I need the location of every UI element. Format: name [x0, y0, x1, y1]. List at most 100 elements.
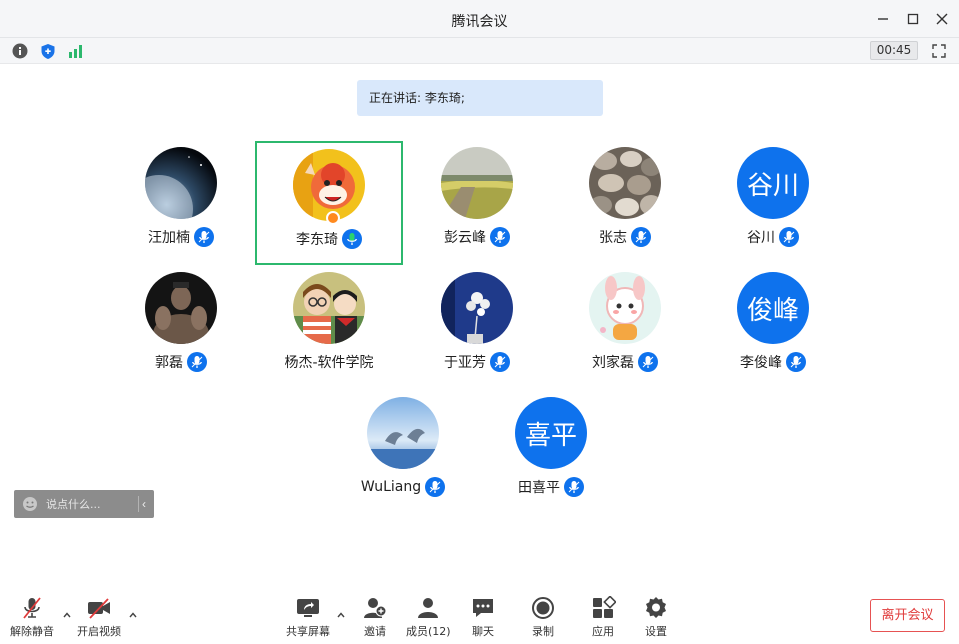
- network-signal-button[interactable]: [66, 41, 86, 61]
- avatar-initials: 俊峰: [737, 272, 809, 344]
- avatar: [293, 149, 365, 221]
- participant-tile[interactable]: 杨杰-软件学院: [255, 266, 403, 390]
- participant-name: WuLiang: [360, 479, 422, 495]
- chat-label: 聊天: [472, 625, 494, 638]
- participant-tile-active-speaker[interactable]: 李东琦: [255, 141, 403, 265]
- record-icon: [532, 597, 554, 619]
- participant-name: 李东琦: [296, 232, 338, 248]
- participant-tile[interactable]: 喜平 田喜平: [477, 391, 625, 515]
- avatar: [145, 272, 217, 344]
- participant-tile[interactable]: WuLiang: [329, 391, 477, 515]
- info-icon: [12, 43, 28, 59]
- microphone-icon: [631, 227, 651, 247]
- participant-name: 张志: [599, 230, 627, 246]
- microphone-muted-icon: [23, 597, 41, 619]
- avatar: [589, 147, 661, 219]
- invite-button[interactable]: 邀请: [362, 596, 388, 642]
- unmute-button[interactable]: 解除静音: [10, 596, 54, 642]
- maximize-button[interactable]: [903, 9, 923, 29]
- microphone-icon: [786, 352, 806, 372]
- participant-name-row: 杨杰-软件学院: [255, 352, 403, 372]
- start-video-button[interactable]: 开启视频: [77, 596, 121, 642]
- meeting-timer: 00:45: [870, 41, 918, 60]
- participant-name: 杨杰-软件学院: [284, 355, 374, 371]
- members-label: 成员(12): [406, 625, 451, 638]
- participant-name: 李俊峰: [740, 355, 782, 371]
- participant-name-row: 彭云峰: [403, 227, 551, 247]
- meeting-toolbar: 00:45: [0, 38, 959, 64]
- speaking-indicator: 正在讲话: 李东琦;: [357, 80, 603, 116]
- participant-tile[interactable]: 俊峰 李俊峰: [699, 266, 847, 390]
- maximize-icon: [907, 13, 919, 25]
- host-badge-icon: [326, 211, 340, 225]
- apps-label: 应用: [592, 625, 614, 638]
- members-button[interactable]: 成员(12): [406, 596, 451, 642]
- participant-name-row: 张志: [551, 227, 699, 247]
- shield-icon: [41, 43, 55, 59]
- record-button[interactable]: 录制: [530, 596, 556, 642]
- participant-tile[interactable]: 刘家磊: [551, 266, 699, 390]
- participant-tile[interactable]: 谷川 谷川: [699, 141, 847, 265]
- participant-name-row: WuLiang: [329, 477, 477, 497]
- avatar-initials: 喜平: [515, 397, 587, 469]
- participant-tile[interactable]: 郭磊: [107, 266, 255, 390]
- participant-tile[interactable]: 于亚芳: [403, 266, 551, 390]
- avatar-initials: 谷川: [737, 147, 809, 219]
- collapse-chevron-icon[interactable]: ‹: [142, 496, 152, 512]
- members-icon: [418, 598, 439, 618]
- close-icon: [936, 13, 948, 25]
- leave-meeting-button[interactable]: 离开会议: [870, 599, 945, 632]
- gear-icon: [646, 597, 666, 618]
- participant-name: 刘家磊: [592, 355, 634, 371]
- divider: [138, 496, 139, 512]
- settings-button[interactable]: 设置: [643, 596, 669, 642]
- emoji-icon[interactable]: [22, 496, 38, 512]
- participant-tile[interactable]: 张志: [551, 141, 699, 265]
- avatar: [293, 272, 365, 344]
- participant-tile[interactable]: 彭云峰: [403, 141, 551, 265]
- bottom-control-bar: 解除静音 开启视频 共享屏幕 邀请 成员(12) 聊天 录制 应用 设置: [0, 592, 959, 644]
- avatar: [441, 147, 513, 219]
- share-screen-button[interactable]: 共享屏幕: [286, 596, 330, 642]
- participant-name: 田喜平: [518, 480, 560, 496]
- chevron-up-icon[interactable]: [62, 610, 72, 620]
- minimize-button[interactable]: [873, 9, 893, 29]
- signal-bars-icon: [69, 45, 82, 58]
- close-button[interactable]: [932, 9, 952, 29]
- participant-name: 于亚芳: [444, 355, 486, 371]
- fullscreen-button[interactable]: [929, 41, 949, 61]
- participant-name-row: 谷川: [699, 227, 847, 247]
- participant-name-row: 田喜平: [477, 477, 625, 497]
- participant-name: 汪加楠: [148, 230, 190, 246]
- chat-button[interactable]: 聊天: [470, 596, 496, 642]
- participant-name-row: 于亚芳: [403, 352, 551, 372]
- microphone-icon: [425, 477, 446, 497]
- participant-name-row: 郭磊: [107, 352, 255, 372]
- share-screen-icon: [297, 599, 319, 617]
- share-screen-label: 共享屏幕: [286, 625, 330, 638]
- participant-name-row: 汪加楠: [107, 227, 255, 247]
- minimize-icon: [878, 18, 888, 20]
- chevron-up-icon[interactable]: [128, 610, 138, 620]
- participant-tile[interactable]: 汪加楠: [107, 141, 255, 265]
- info-button[interactable]: [10, 41, 30, 61]
- avatar: [367, 397, 439, 469]
- record-label: 录制: [532, 625, 554, 638]
- title-bar: 腾讯会议: [0, 0, 959, 38]
- settings-label: 设置: [645, 625, 667, 638]
- microphone-icon: [490, 352, 510, 372]
- apps-button[interactable]: 应用: [590, 596, 616, 642]
- meeting-window: 腾讯会议 00:45 正在讲话: 李东琦; 汪加楠 李东琦 彭云峰 张志 谷川 …: [0, 0, 959, 644]
- apps-grid-icon: [593, 596, 616, 618]
- microphone-icon: [779, 227, 799, 247]
- participant-name-row: 刘家磊: [551, 352, 699, 372]
- microphone-icon: [638, 352, 658, 372]
- chevron-up-icon[interactable]: [336, 610, 346, 620]
- unmute-label: 解除静音: [10, 625, 54, 638]
- invite-label: 邀请: [364, 625, 386, 638]
- chat-quick-input[interactable]: 说点什么... ‹: [14, 490, 154, 518]
- chat-placeholder[interactable]: 说点什么...: [46, 496, 101, 512]
- video-camera-muted-icon: [88, 598, 110, 619]
- window-title: 腾讯会议: [451, 14, 508, 30]
- security-button[interactable]: [38, 41, 58, 61]
